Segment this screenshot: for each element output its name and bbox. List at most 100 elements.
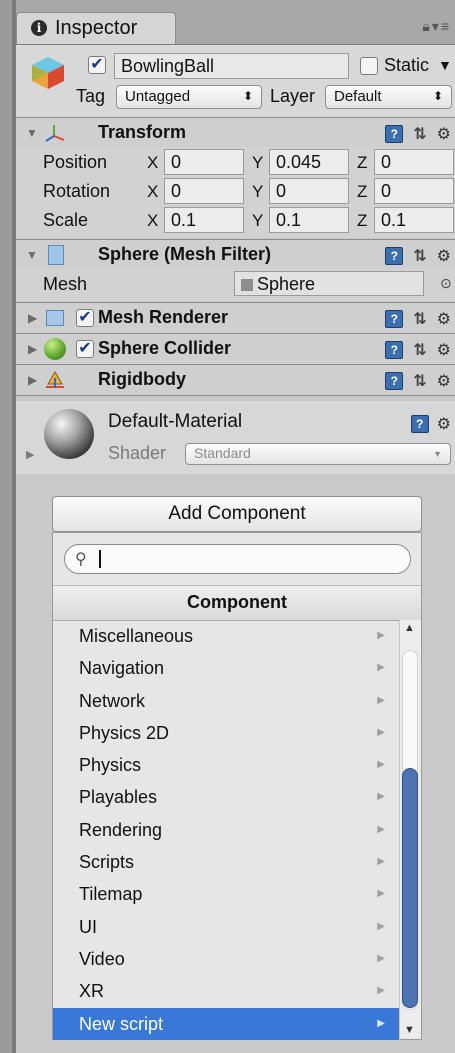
- help-book-icon[interactable]: ?: [385, 341, 404, 359]
- list-item-label: Miscellaneous: [79, 626, 194, 646]
- axis-y-label: Y: [252, 182, 264, 201]
- collapse-triangle-icon[interactable]: ▼: [26, 248, 38, 262]
- static-dropdown-icon[interactable]: ▼: [438, 57, 452, 73]
- gear-icon[interactable]: ⚙: [437, 371, 451, 391]
- component-search-input[interactable]: ⚲: [64, 544, 411, 574]
- help-book-icon[interactable]: ?: [385, 372, 404, 390]
- help-book-icon[interactable]: ?: [385, 310, 404, 328]
- rotation-y-field[interactable]: 0: [269, 178, 349, 204]
- mesh-filter-title: Sphere (Mesh Filter): [98, 244, 272, 264]
- preset-icon[interactable]: ⇅: [413, 309, 426, 329]
- help-book-icon[interactable]: ?: [385, 125, 404, 143]
- shader-label: Shader: [108, 443, 167, 463]
- scale-y-field[interactable]: 0.1: [269, 207, 349, 233]
- preset-icon[interactable]: ⇅: [413, 124, 426, 144]
- list-item-physics[interactable]: Physics ▶: [53, 749, 399, 781]
- list-item-tilemap[interactable]: Tilemap ▶: [53, 878, 399, 910]
- add-component-button[interactable]: Add Component: [52, 496, 422, 532]
- scroll-up-arrow-icon[interactable]: ▲: [404, 622, 415, 634]
- list-item-label: Navigation: [79, 658, 165, 679]
- mesh-asset-icon: [241, 279, 253, 291]
- gear-icon[interactable]: ⚙: [437, 414, 451, 434]
- layer-dropdown[interactable]: Default ⬍: [325, 85, 452, 109]
- axis-z-label: Z: [357, 182, 368, 201]
- mesh-filter-header[interactable]: ▼ Sphere (Mesh Filter) ? ⇅ ⚙: [16, 240, 455, 270]
- rigidbody-header[interactable]: ▶ Rigidbody ? ⇅ ⚙: [16, 365, 455, 395]
- sphere-collider-checkbox[interactable]: ✔: [76, 340, 94, 358]
- active-checkbox[interactable]: ✔: [88, 56, 106, 74]
- mesh-object-field[interactable]: Sphere: [234, 271, 424, 296]
- tab-menu-icons[interactable]: 🔒︎▾≡: [422, 18, 451, 35]
- tab-menu-icon[interactable]: ▾≡: [432, 18, 451, 34]
- gear-icon[interactable]: ⚙: [437, 246, 451, 266]
- position-x-field[interactable]: 0: [164, 149, 244, 175]
- submenu-arrow-icon: ▶: [377, 823, 385, 835]
- object-name-field[interactable]: BowlingBall: [114, 53, 349, 79]
- static-checkbox[interactable]: ✔: [360, 57, 378, 75]
- gear-icon[interactable]: ⚙: [437, 124, 451, 144]
- axis-y-label: Y: [252, 211, 264, 230]
- scroll-thumb[interactable]: [402, 768, 418, 1008]
- submenu-arrow-icon: ▶: [377, 1017, 385, 1029]
- lock-icon[interactable]: 🔒︎: [422, 18, 431, 34]
- submenu-arrow-icon: ▶: [377, 920, 385, 932]
- list-item-xr[interactable]: XR ▶: [53, 975, 399, 1007]
- list-scrollbar[interactable]: ▲ ▼: [399, 620, 421, 1038]
- list-item-ui[interactable]: UI ▶: [53, 911, 399, 943]
- scale-x-field[interactable]: 0.1: [164, 207, 244, 233]
- gear-icon[interactable]: ⚙: [437, 309, 451, 329]
- scroll-down-arrow-icon[interactable]: ▼: [404, 1024, 415, 1036]
- help-book-icon[interactable]: ?: [410, 415, 429, 433]
- list-item-label: Video: [79, 948, 125, 969]
- list-item-miscellaneous[interactable]: Miscellaneous ▶: [53, 620, 399, 652]
- mesh-renderer-checkbox[interactable]: ✔: [76, 309, 94, 327]
- sphere-collider-icon: [44, 338, 66, 360]
- shader-dropdown[interactable]: Standard ▼: [185, 443, 451, 465]
- collapse-triangle-icon[interactable]: ▼: [26, 126, 38, 140]
- rotation-z-field[interactable]: 0: [374, 178, 454, 204]
- layer-label: Layer: [270, 86, 316, 106]
- list-item-playables[interactable]: Playables ▶: [53, 781, 399, 813]
- list-item-new-script[interactable]: New script ▶: [53, 1007, 399, 1040]
- submenu-arrow-icon: ▶: [377, 985, 385, 997]
- rotation-x-field[interactable]: 0: [164, 178, 244, 204]
- expand-triangle-icon[interactable]: ▶: [28, 373, 37, 387]
- tag-dropdown[interactable]: Untagged ⬍: [116, 85, 262, 109]
- rigidbody-title: Rigidbody: [98, 369, 186, 389]
- object-picker-icon[interactable]: ⊙: [440, 275, 452, 292]
- list-item-label: Physics: [79, 755, 142, 776]
- list-item-navigation[interactable]: Navigation ▶: [53, 652, 399, 684]
- mesh-renderer-header[interactable]: ▶ ✔ Mesh Renderer ? ⇅ ⚙: [16, 303, 455, 333]
- material-expand-triangle-icon[interactable]: ▶: [26, 448, 34, 461]
- list-item-video[interactable]: Video ▶: [53, 943, 399, 975]
- tab-label: Inspector: [55, 17, 138, 39]
- position-z-field[interactable]: 0: [374, 149, 454, 175]
- gear-icon[interactable]: ⚙: [437, 340, 451, 360]
- list-item-label: XR: [79, 981, 105, 1002]
- preset-icon[interactable]: ⇅: [413, 246, 426, 266]
- position-y-field[interactable]: 0.045: [269, 149, 349, 175]
- mesh-renderer-title: Mesh Renderer: [98, 307, 229, 327]
- list-item-physics-2d[interactable]: Physics 2D ▶: [53, 717, 399, 749]
- transform-header[interactable]: ▼ Transform ? ⇅ ⚙: [16, 118, 455, 148]
- row-label: Rotation: [43, 181, 111, 201]
- list-item-network[interactable]: Network ▶: [53, 685, 399, 717]
- tab-inspector[interactable]: i Inspector: [16, 12, 176, 44]
- expand-triangle-icon[interactable]: ▶: [28, 311, 37, 325]
- preset-icon[interactable]: ⇅: [413, 340, 426, 360]
- rigidbody-icon: [46, 371, 64, 388]
- component-category-list: Miscellaneous ▶ Navigation ▶ Network ▶ Phys…: [53, 620, 399, 1040]
- gameobject-cube-icon: [32, 57, 64, 89]
- expand-triangle-icon[interactable]: ▶: [28, 342, 37, 356]
- help-book-icon[interactable]: ?: [385, 247, 404, 265]
- scale-z-field[interactable]: 0.1: [374, 207, 454, 233]
- list-item-scripts[interactable]: Scripts ▶: [53, 846, 399, 878]
- axis-x-label: X: [147, 153, 159, 172]
- list-item-label: Scripts: [79, 852, 135, 873]
- list-item-label: Tilemap: [79, 884, 143, 905]
- list-item-rendering[interactable]: Rendering ▶: [53, 814, 399, 846]
- preset-icon[interactable]: ⇅: [413, 371, 426, 391]
- submenu-arrow-icon: ▶: [377, 888, 385, 900]
- dropdown-arrow-icon: ▼: [433, 449, 442, 459]
- sphere-collider-header[interactable]: ▶ ✔ Sphere Collider ? ⇅ ⚙: [16, 334, 455, 364]
